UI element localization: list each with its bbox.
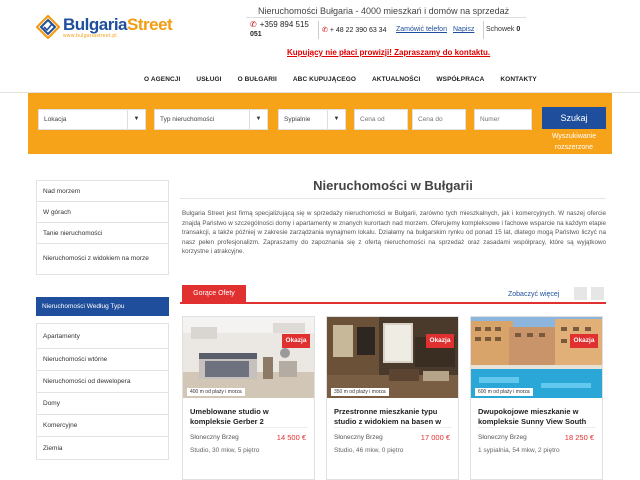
offer-distance: 400 m od plaży i morza bbox=[187, 388, 245, 396]
price-from-input[interactable] bbox=[354, 109, 408, 130]
offer-title[interactable]: Umeblowane studio w kompleksie Gerber 2 bbox=[190, 407, 310, 426]
carousel-next-button[interactable] bbox=[591, 287, 604, 300]
offer-card[interactable]: Okazja 600 m od plaży i morza Dwupokojow… bbox=[470, 316, 603, 480]
offer-price: 14 500 € bbox=[276, 433, 306, 442]
carousel-prev-button[interactable] bbox=[574, 287, 587, 300]
logo-diamond-icon bbox=[35, 14, 61, 40]
sidebar-item-apartments[interactable]: Apartamenty bbox=[37, 324, 168, 349]
sidebar-locations: Nad morzem W górach Tanie nieruchomości … bbox=[36, 180, 169, 275]
sidebar-item-mountains[interactable]: W górach bbox=[37, 202, 168, 223]
nav-about-bulgaria[interactable]: O BUŁGARII bbox=[230, 70, 285, 90]
property-type-select[interactable]: Typ nieruchomości ▼ bbox=[154, 109, 268, 130]
location-select[interactable]: Lokacja ▼ bbox=[38, 109, 146, 130]
tagline: Nieruchomości Bułgaria - 4000 mieszkań i… bbox=[258, 6, 510, 16]
offer-distance: 350 m od plaży i morza bbox=[331, 388, 389, 396]
sidebar-item-seaside[interactable]: Nad morzem bbox=[37, 181, 168, 202]
offer-distance: 600 m od plaży i morza bbox=[475, 388, 533, 396]
search-button[interactable]: Szukaj bbox=[542, 107, 606, 129]
offer-details: Studio, 46 mkw, 0 piętro bbox=[334, 447, 404, 454]
price-to-input[interactable] bbox=[412, 109, 466, 130]
see-more-link[interactable]: Zobaczyć więcej bbox=[508, 291, 559, 298]
dropdown-arrow-icon: ▼ bbox=[127, 110, 145, 129]
nav-news[interactable]: AKTUALNOŚCI bbox=[364, 70, 428, 90]
phone-bulgaria[interactable]: ✆ +359 894 515 bbox=[250, 20, 309, 29]
offer-divider bbox=[190, 427, 308, 428]
main-nav: O AGENCJI USŁUGI O BUŁGARII ABC KUPUJĄCE… bbox=[136, 70, 545, 90]
logo-name: BulgariaStreet bbox=[63, 14, 173, 34]
offer-details: Studio, 30 mkw, 5 piętro bbox=[190, 447, 260, 454]
offer-photo bbox=[327, 317, 458, 398]
offer-badge: Okazja bbox=[570, 334, 598, 348]
header-separator bbox=[483, 21, 484, 39]
sidebar-types-title: Nieruchomości Według Typu bbox=[36, 297, 169, 316]
bedrooms-select[interactable]: Sypialnie ▼ bbox=[278, 109, 346, 130]
offer-details: 1 sypialnia, 54 mkw, 2 piętro bbox=[478, 447, 560, 454]
nav-buyer-guide[interactable]: ABC KUPUJĄCEGO bbox=[285, 70, 364, 90]
order-call-link[interactable]: Zamówić telefon bbox=[396, 26, 447, 33]
sidebar-item-sea-view[interactable]: Nieruchomości z widokiem na morze bbox=[37, 244, 168, 274]
sidebar-item-developer[interactable]: Nieruchomości od dewelopera bbox=[37, 371, 168, 393]
sidebar-item-land[interactable]: Ziemia bbox=[37, 437, 168, 459]
advanced-search-link[interactable]: Wyszukiwanie rozszerzone bbox=[538, 131, 610, 153]
sidebar-types: Apartamenty Nieruchomości wtórne Nieruch… bbox=[36, 323, 169, 460]
dropdown-arrow-icon: ▼ bbox=[327, 110, 345, 129]
number-input[interactable] bbox=[474, 109, 532, 130]
nav-services[interactable]: USŁUGI bbox=[188, 70, 229, 90]
write-link[interactable]: Napisz bbox=[453, 26, 474, 33]
offer-price: 17 000 € bbox=[420, 433, 450, 442]
offer-city: Słoneczny Brzeg bbox=[334, 434, 383, 441]
clipboard-count: 0 bbox=[516, 26, 521, 33]
logo[interactable]: BulgariaStreet www.bulgariastreet.pl bbox=[35, 12, 186, 42]
offer-city: Słoneczny Brzeg bbox=[478, 434, 527, 441]
offer-title[interactable]: Przestronne mieszkanie typu studio z wid… bbox=[334, 407, 454, 426]
nav-contacts[interactable]: KONTAKTY bbox=[492, 70, 544, 90]
phone-bulgaria-suffix: 051 bbox=[250, 31, 262, 38]
offer-divider bbox=[334, 427, 452, 428]
offer-city: Słoneczny Brzeg bbox=[190, 434, 239, 441]
phone-poland[interactable]: ✆ + 48 22 390 63 34 bbox=[322, 26, 386, 34]
sidebar-item-commercial[interactable]: Komercyjne bbox=[37, 415, 168, 437]
offer-title[interactable]: Dwupokojowe mieszkanie w kompleksie Sunn… bbox=[478, 407, 598, 426]
page-title: Nieruchomości w Bułgarii bbox=[313, 178, 473, 193]
dropdown-arrow-icon: ▼ bbox=[249, 110, 267, 129]
header-separator bbox=[318, 21, 319, 39]
offer-divider bbox=[478, 427, 596, 428]
sidebar-item-cheap[interactable]: Tanie nieruchomości bbox=[37, 223, 168, 244]
offer-photo bbox=[183, 317, 314, 398]
offer-card[interactable]: Okazja 400 m od plaży i morza Umeblowane… bbox=[182, 316, 315, 480]
nav-about[interactable]: O AGENCJI bbox=[136, 70, 188, 90]
offer-price: 18 250 € bbox=[564, 433, 594, 442]
phone-icon: ✆ bbox=[322, 27, 328, 34]
intro-text: Bulgaria Street jest firmą specjalizując… bbox=[182, 210, 606, 256]
clipboard-link[interactable]: Schowek 0 bbox=[486, 26, 520, 33]
nav-cooperation[interactable]: WSPÓŁPRACA bbox=[428, 70, 492, 90]
offer-photo bbox=[471, 317, 602, 398]
tab-hot-offers[interactable]: Gorące Ofety bbox=[182, 285, 246, 303]
offer-badge: Okazja bbox=[426, 334, 454, 348]
promo-link[interactable]: Kupujący nie płaci prowizji! Zapraszamy … bbox=[287, 48, 490, 57]
sidebar-item-resale[interactable]: Nieruchomości wtórne bbox=[37, 349, 168, 371]
header-divider bbox=[246, 17, 526, 18]
title-divider bbox=[180, 198, 606, 199]
offer-card[interactable]: Okazja 350 m od plaży i morza Przestronn… bbox=[326, 316, 459, 480]
phone-icon: ✆ bbox=[250, 20, 257, 29]
offer-badge: Okazja bbox=[282, 334, 310, 348]
sidebar-item-houses[interactable]: Domy bbox=[37, 393, 168, 415]
